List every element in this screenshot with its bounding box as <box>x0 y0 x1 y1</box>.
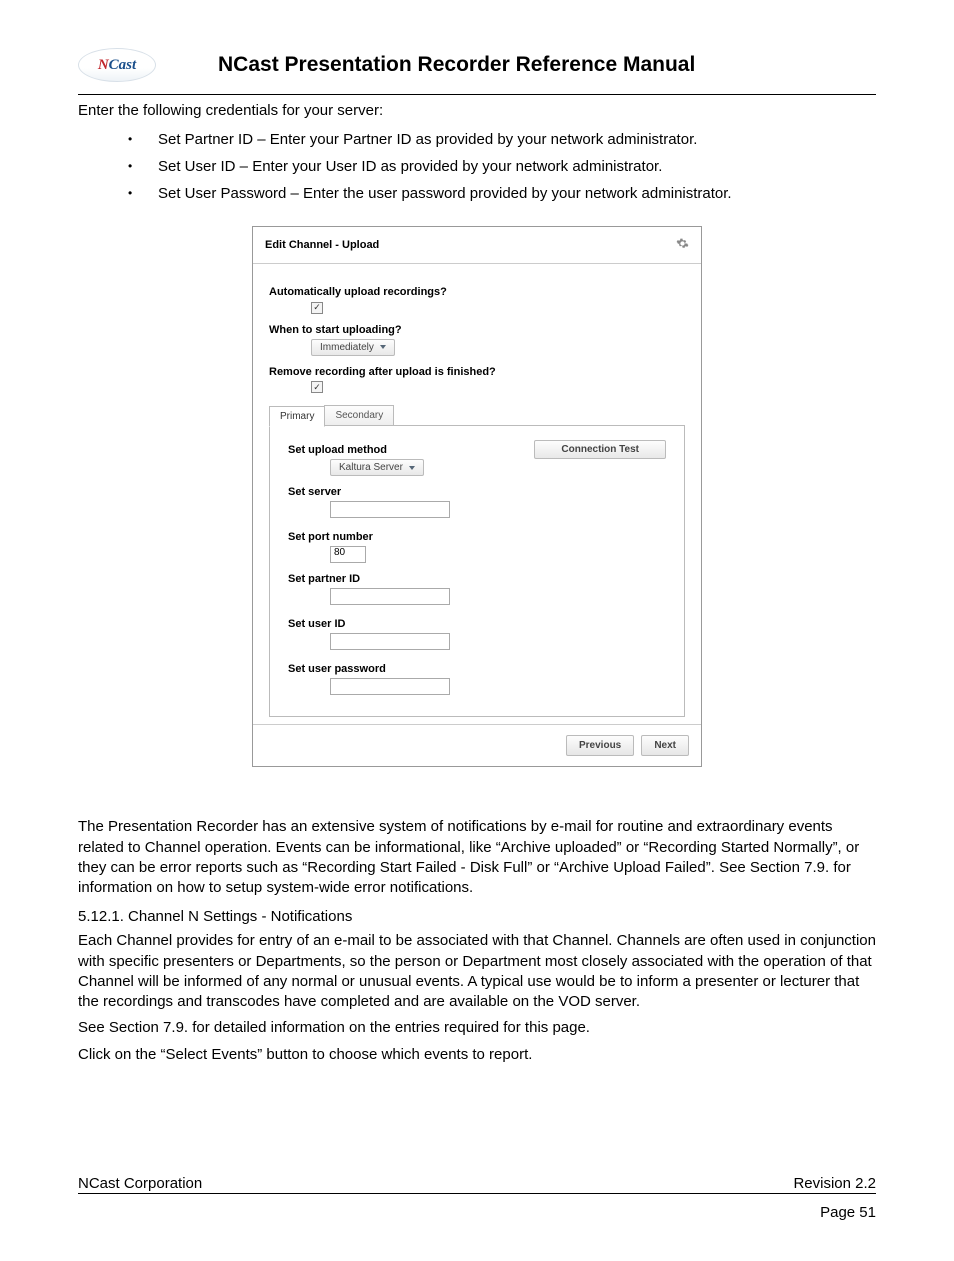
previous-button[interactable]: Previous <box>566 735 634 756</box>
tab-primary[interactable]: Primary <box>269 406 325 427</box>
credentials-list: Set Partner ID – Enter your Partner ID a… <box>128 131 876 202</box>
channel-email-paragraph: Each Channel provides for entry of an e-… <box>78 931 876 1012</box>
server-label: Set server <box>288 486 666 498</box>
port-label: Set port number <box>288 531 666 543</box>
footer-page-number: Page 51 <box>78 1204 876 1221</box>
remove-after-label: Remove recording after upload is finishe… <box>269 366 685 378</box>
partner-id-label: Set partner ID <box>288 573 666 585</box>
header-rule <box>78 94 876 95</box>
gear-icon[interactable] <box>676 237 689 253</box>
footer-company: NCast Corporation <box>78 1175 202 1192</box>
intro-text: Enter the following credentials for your… <box>78 101 876 121</box>
tab-secondary[interactable]: Secondary <box>324 405 394 426</box>
page-title: NCast Presentation Recorder Reference Ma… <box>218 53 876 77</box>
ncast-logo: NCast <box>78 48 156 82</box>
when-upload-label: When to start uploading? <box>269 324 685 336</box>
user-password-label: Set user password <box>288 663 666 675</box>
select-events-paragraph: Click on the “Select Events” button to c… <box>78 1045 876 1065</box>
chevron-down-icon <box>380 345 386 349</box>
page-footer: NCast Corporation Revision 2.2 Page 51 <box>78 1175 876 1221</box>
user-password-input[interactable] <box>330 678 450 695</box>
upload-method-dropdown[interactable]: Kaltura Server <box>330 459 424 476</box>
partner-id-input[interactable] <box>330 588 450 605</box>
bullet-user-password: Set User Password – Enter the user passw… <box>128 185 876 202</box>
bullet-partner-id: Set Partner ID – Enter your Partner ID a… <box>128 131 876 148</box>
next-button[interactable]: Next <box>641 735 689 756</box>
port-input[interactable]: 80 <box>330 546 366 563</box>
see-section-paragraph: See Section 7.9. for detailed informatio… <box>78 1018 876 1038</box>
user-id-input[interactable] <box>330 633 450 650</box>
user-id-label: Set user ID <box>288 618 666 630</box>
primary-tab-pane: Connection Test Set upload method Kaltur… <box>269 425 685 717</box>
edit-channel-upload-panel: Edit Channel - Upload Automatically uplo… <box>252 226 702 767</box>
chevron-down-icon <box>409 466 415 470</box>
when-upload-value: Immediately <box>320 342 374 353</box>
upload-method-value: Kaltura Server <box>339 462 403 473</box>
bullet-user-id: Set User ID – Enter your User ID as prov… <box>128 158 876 175</box>
section-heading: 5.12.1. Channel N Settings - Notificatio… <box>78 908 876 925</box>
page-header: NCast NCast Presentation Recorder Refere… <box>78 48 876 82</box>
server-input[interactable] <box>330 501 450 518</box>
panel-title: Edit Channel - Upload <box>265 239 379 251</box>
auto-upload-checkbox[interactable]: ✓ <box>311 302 323 314</box>
remove-after-checkbox[interactable]: ✓ <box>311 381 323 393</box>
when-upload-dropdown[interactable]: Immediately <box>311 339 395 356</box>
connection-test-button[interactable]: Connection Test <box>534 440 666 459</box>
notifications-paragraph: The Presentation Recorder has an extensi… <box>78 817 876 898</box>
auto-upload-label: Automatically upload recordings? <box>269 286 685 298</box>
footer-revision: Revision 2.2 <box>793 1175 876 1192</box>
